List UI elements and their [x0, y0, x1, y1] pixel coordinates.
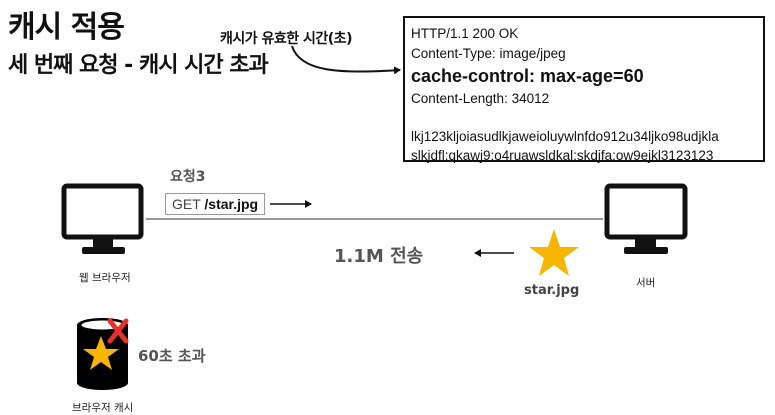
- transfer-label: 1.1M 전송: [334, 246, 424, 267]
- star-icon: [529, 229, 579, 276]
- expired-label: 60초 초과: [138, 347, 206, 365]
- request-line-box: GET /star.jpg: [165, 193, 266, 215]
- server-monitor-icon: [604, 183, 688, 254]
- ttl-pointer-arrow: [291, 45, 401, 75]
- client-label: 웹 브라우저: [79, 272, 131, 284]
- request-path: /star.jpg: [204, 196, 259, 212]
- resource-label: star.jpg: [524, 283, 580, 298]
- server-label: 서버: [636, 277, 656, 289]
- client-monitor-icon: [61, 183, 144, 254]
- request-label: 요청3: [170, 169, 206, 185]
- diagram-graphics: [61, 45, 688, 390]
- request-method: GET: [172, 196, 201, 212]
- cache-label: 브라우저 캐시: [72, 402, 134, 414]
